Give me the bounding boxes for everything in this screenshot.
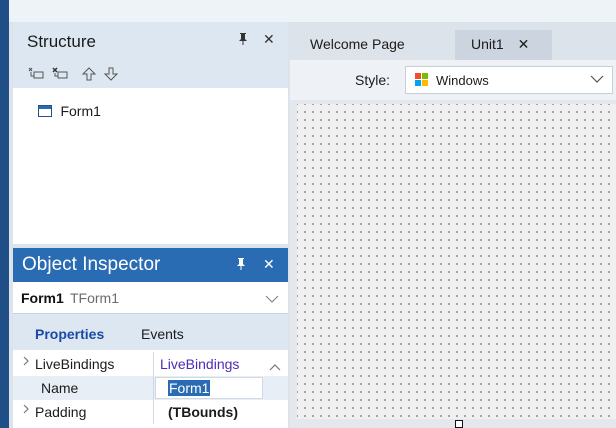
column-divider bbox=[153, 376, 154, 400]
arrow-down-icon[interactable] bbox=[103, 66, 119, 85]
structure-title: Structure bbox=[27, 32, 96, 51]
property-row-name[interactable]: Name Form1 bbox=[13, 376, 288, 400]
expand-all-icon[interactable] bbox=[27, 66, 45, 85]
selected-object-name: Form1 bbox=[21, 290, 64, 306]
structure-header: Structure ✕ bbox=[13, 22, 288, 62]
object-inspector-tabs: Properties Events bbox=[13, 314, 288, 350]
form-designer-area bbox=[290, 100, 616, 428]
chevron-down-icon bbox=[590, 71, 604, 87]
chevron-down-icon bbox=[265, 291, 279, 309]
property-row-livebindings[interactable]: LiveBindings LiveBindings bbox=[13, 352, 288, 376]
form-design-surface[interactable] bbox=[297, 104, 616, 419]
property-edit-field[interactable]: Form1 bbox=[155, 377, 263, 399]
property-name: LiveBindings bbox=[35, 356, 115, 372]
windows-logo-icon bbox=[415, 73, 429, 87]
form-resize-handle[interactable] bbox=[455, 420, 463, 428]
close-icon[interactable]: ✕ bbox=[518, 36, 530, 52]
ide-left-edge bbox=[0, 0, 9, 428]
property-grid: LiveBindings LiveBindings Name Form1 Pad… bbox=[13, 352, 288, 428]
property-value: LiveBindings bbox=[160, 356, 240, 372]
column-divider bbox=[153, 352, 154, 376]
column-divider bbox=[153, 400, 154, 424]
property-name: Name bbox=[41, 380, 79, 396]
style-value: Windows bbox=[436, 73, 489, 88]
tree-item-label: Form1 bbox=[60, 102, 101, 119]
tab-label: Unit1 bbox=[471, 36, 504, 52]
chevron-up-icon[interactable] bbox=[269, 358, 281, 374]
tree-item-form1[interactable]: Form1 bbox=[38, 102, 101, 120]
selected-object-type: TForm1 bbox=[70, 290, 119, 306]
style-label: Style: bbox=[355, 72, 391, 88]
structure-toolbar bbox=[13, 62, 288, 88]
arrow-up-icon[interactable] bbox=[81, 66, 97, 85]
collapse-all-icon[interactable] bbox=[51, 66, 69, 85]
ide-top-strip bbox=[9, 0, 616, 22]
object-selector-dropdown[interactable]: Form1 TForm1 bbox=[13, 282, 288, 314]
form-icon bbox=[38, 104, 52, 117]
tab-label: Welcome Page bbox=[310, 36, 405, 52]
pin-icon[interactable] bbox=[235, 257, 247, 276]
property-value: (TBounds) bbox=[168, 404, 238, 420]
structure-panel: Structure ✕ Form1 bbox=[13, 22, 288, 244]
object-inspector-title: Object Inspector bbox=[22, 254, 161, 275]
tab-properties[interactable]: Properties bbox=[35, 326, 104, 342]
tab-unit1[interactable]: Unit1 ✕ bbox=[455, 30, 552, 60]
style-toolbar: Style: Windows bbox=[290, 60, 616, 100]
property-name: Padding bbox=[35, 404, 87, 420]
property-value-selected: Form1 bbox=[168, 380, 211, 396]
chevron-right-icon[interactable] bbox=[22, 355, 30, 370]
pin-icon[interactable] bbox=[237, 32, 249, 49]
tab-welcome-page[interactable]: Welcome Page bbox=[290, 30, 455, 60]
chevron-right-icon[interactable] bbox=[22, 403, 30, 418]
property-row-padding[interactable]: Padding (TBounds) bbox=[13, 400, 288, 424]
close-icon[interactable]: ✕ bbox=[263, 256, 275, 273]
object-inspector-panel: Object Inspector ✕ Form1 TForm1 Properti… bbox=[13, 248, 288, 428]
style-dropdown[interactable]: Windows bbox=[405, 66, 613, 94]
tab-events[interactable]: Events bbox=[141, 326, 184, 342]
object-inspector-header: Object Inspector ✕ bbox=[13, 248, 288, 282]
close-icon[interactable]: ✕ bbox=[263, 31, 275, 48]
editor-tabstrip: Welcome Page Unit1 ✕ bbox=[290, 22, 616, 60]
